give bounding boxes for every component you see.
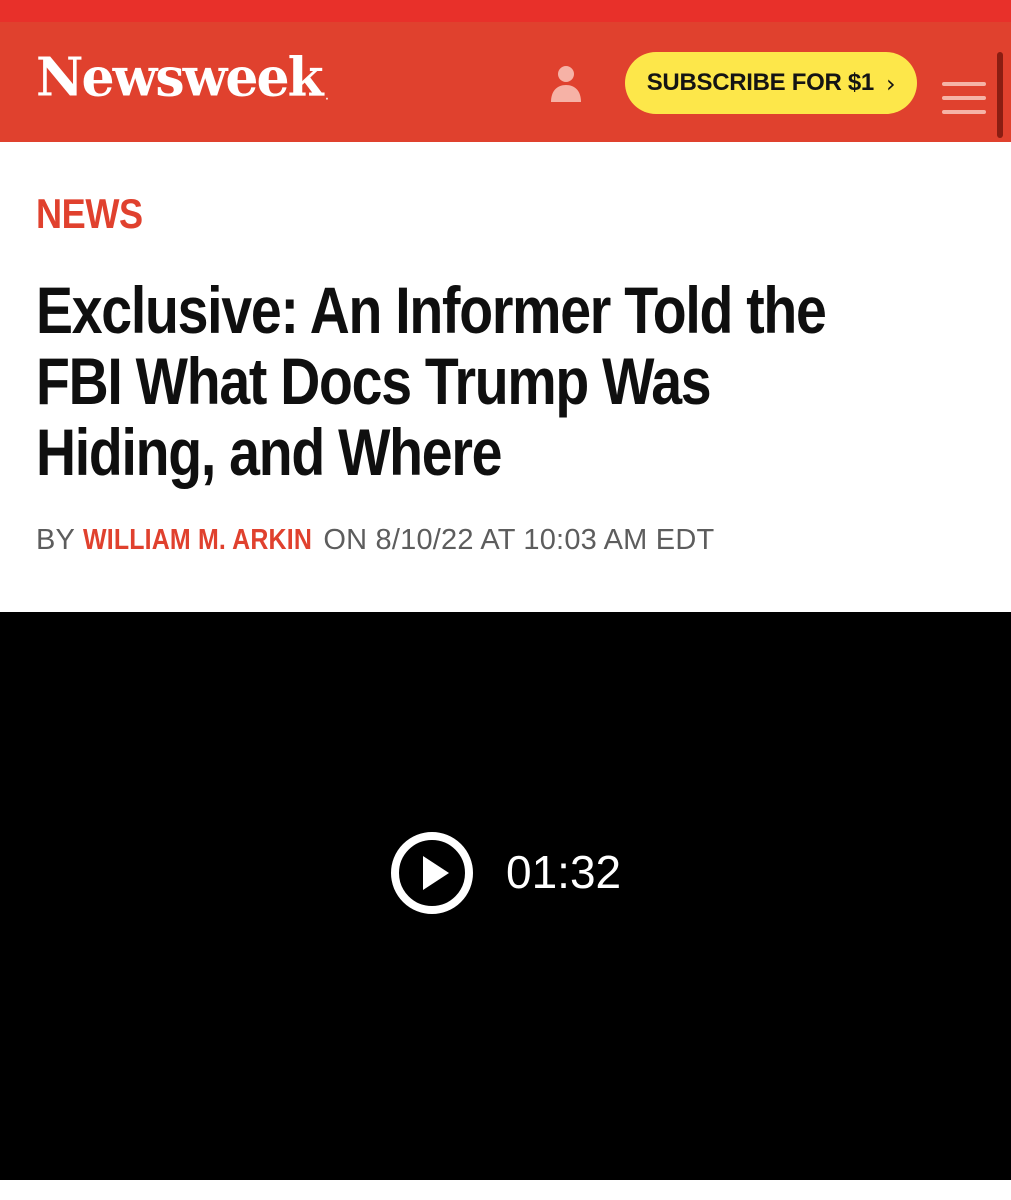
subscribe-button[interactable]: SUBSCRIBE FOR $1 › xyxy=(625,52,917,114)
logo-registered-mark: . xyxy=(325,92,329,103)
subscribe-label: SUBSCRIBE FOR $1 xyxy=(646,69,875,96)
hamburger-menu-icon[interactable] xyxy=(942,82,986,118)
chevron-right-icon: › xyxy=(885,70,896,98)
headline-line: Hiding, and Where xyxy=(36,415,502,489)
status-bar-strip xyxy=(0,0,1011,22)
user-icon[interactable] xyxy=(548,64,584,104)
newsweek-logo[interactable]: Newsweek. xyxy=(36,51,329,104)
logo-text[interactable]: Newsweek xyxy=(36,46,324,108)
headline-line: Exclusive: An Informer Told the xyxy=(36,273,827,347)
page-bottom-edge xyxy=(0,1180,1011,1200)
article-headline: Exclusive: An Informer Told the FBI What… xyxy=(36,275,952,488)
byline: BY WILLIAM M. ARKIN ON 8/10/22 AT 10:03 … xyxy=(36,524,714,557)
headline-line: FBI What Docs Trump Was xyxy=(36,344,712,418)
play-icon[interactable] xyxy=(390,831,474,915)
category-label[interactable]: NEWS xyxy=(36,190,143,238)
publish-date: ON 8/10/22 AT 10:03 AM EDT xyxy=(323,524,715,556)
site-header: Newsweek. SUBSCRIBE FOR $1 › xyxy=(0,22,1011,142)
byline-prefix: BY xyxy=(36,524,75,556)
video-player[interactable]: 01:32 xyxy=(0,612,1011,1180)
scrollbar-thumb[interactable] xyxy=(997,52,1003,138)
video-duration: 01:32 xyxy=(506,846,622,898)
author-link[interactable]: WILLIAM M. ARKIN xyxy=(83,524,312,557)
